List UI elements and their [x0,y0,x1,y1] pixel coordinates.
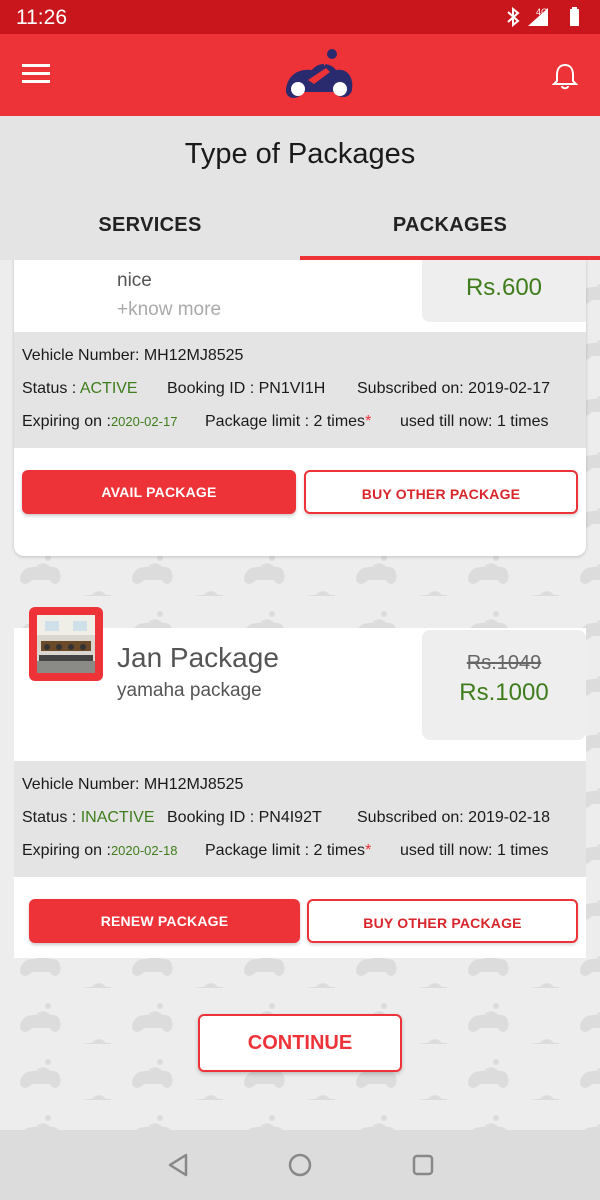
booking-id: Booking ID : PN1VI1H [167,380,326,397]
price-box: Rs.1049 Rs.1000 [422,630,586,740]
required-asterisk: * [365,842,372,859]
status-icons: 4G [507,6,579,28]
know-more-link[interactable]: +know more [117,299,221,321]
page-title: Type of Packages [184,138,416,170]
package-info: Vehicle Number: MH12MJ8525 Status : INAC… [14,761,586,877]
package-description: nice [117,270,152,291]
status-badge: INACTIVE [80,809,155,826]
package-limit-text: Package limit : 2 times [205,842,366,859]
menu-icon[interactable] [22,60,58,90]
status-time: 11:26 [16,6,67,29]
home-icon[interactable] [285,1150,315,1180]
app-logo [286,49,353,98]
subscribed-date: Subscribed on: 2019-02-18 [357,809,551,826]
renew-package-button[interactable]: RENEW PACKAGE [29,899,300,943]
package-price: Rs.1000 [459,679,549,706]
buy-other-package-button[interactable]: BUY OTHER PACKAGE [307,899,578,943]
used-count: used till now: 1 times [400,413,549,430]
status-label: Status : [22,380,80,397]
package-thumbnail [30,260,100,268]
app-bar [0,34,600,116]
status-bar: 11:26 4G [0,0,600,34]
used-count: used till now: 1 times [400,842,549,859]
package-old-price: Rs.1049 [466,652,542,674]
page-header: Type of Packages SERVICES PACKAGES [0,116,600,260]
battery-icon [570,7,579,26]
system-nav-bar [0,1130,600,1200]
expiring-label: Expiring on : [22,413,111,430]
booking-id: Booking ID : PN4I92T [167,809,322,826]
bell-icon[interactable] [552,62,578,90]
buy-other-package-button[interactable]: BUY OTHER PACKAGE [304,470,578,514]
package-image [37,615,95,673]
status-badge: ACTIVE [79,380,138,397]
recents-icon[interactable] [408,1150,438,1180]
package-price: Rs.600 [465,274,543,301]
package-limit: Package limit : 2 times* [205,413,371,431]
expiring-date: 2020-02-17 [110,414,178,429]
required-asterisk: * [365,413,372,430]
status-label: Status : [22,809,81,826]
continue-button[interactable]: CONTINUE [198,1014,402,1072]
package-info: Vehicle Number: MH12MJ8525 Status : ACTI… [14,332,586,448]
subscribed-date: Subscribed on: 2019-02-17 [357,380,551,397]
status-line: Status : ACTIVE [22,380,138,398]
status-line: Status : INACTIVE [22,809,155,827]
back-icon[interactable] [164,1150,194,1180]
package-limit: Package limit : 2 times* [205,842,371,860]
package-card: Jan Package yamaha package Rs.1049 Rs.10… [14,607,586,958]
package-thumbnail [29,607,103,681]
tab-services[interactable]: SERVICES [0,200,300,260]
expiring-line: Expiring on :2020-02-18 [22,842,177,860]
tab-packages[interactable]: PACKAGES [300,200,600,260]
vehicle-number: Vehicle Number: MH12MJ8525 [22,347,244,364]
package-description: yamaha package [117,680,262,701]
avail-package-button[interactable]: AVAIL PACKAGE [22,470,296,514]
bluetooth-icon [507,6,520,28]
package-name: Jan Package [117,642,279,673]
expiring-line: Expiring on :2020-02-17 [22,413,177,431]
packages-list[interactable]: nice +know more Rs.600 Vehicle Number: M… [0,260,600,1130]
expiring-date: 2020-02-18 [110,843,178,858]
package-card: nice +know more Rs.600 Vehicle Number: M… [14,260,586,556]
vehicle-number: Vehicle Number: MH12MJ8525 [22,776,244,793]
package-limit-text: Package limit : 2 times [205,413,366,430]
expiring-label: Expiring on : [22,842,111,859]
price-box: Rs.600 [422,260,586,322]
